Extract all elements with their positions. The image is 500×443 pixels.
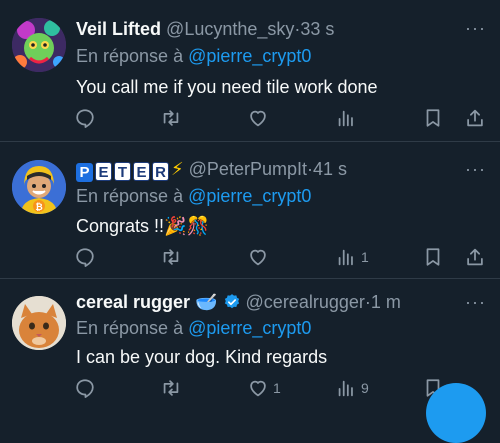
timestamp[interactable]: 41 s (313, 159, 347, 179)
tweet-text: I can be your dog. Kind regards (76, 347, 328, 367)
tweet[interactable]: ₿ P E T E R ⚡ @PeterPumpIt·41 s ··· En répons… (0, 142, 500, 279)
reply-button[interactable] (74, 104, 100, 132)
retweet-button[interactable] (160, 243, 186, 271)
display-name[interactable]: cereal rugger (76, 292, 190, 312)
avatar[interactable] (12, 296, 66, 350)
views-button[interactable] (335, 104, 361, 132)
name-letter: T (114, 162, 131, 181)
like-count: 1 (273, 380, 281, 396)
action-bar: 1 (72, 243, 490, 271)
avatar-image: ₿ (12, 160, 66, 214)
bookmark-icon (426, 109, 440, 127)
reply-prefix: En réponse à (76, 318, 184, 338)
reply-mention-link[interactable]: @pierre_crypt0 (188, 318, 311, 338)
name-emoji: 🥣 (195, 292, 218, 312)
display-name[interactable]: P E T E R ⚡ (76, 159, 184, 182)
like-icon (250, 380, 266, 397)
views-count: 1 (361, 249, 369, 265)
views-button[interactable]: 9 (335, 374, 369, 402)
reply-mention-link[interactable]: @pierre_crypt0 (188, 186, 311, 206)
retweet-icon (163, 380, 179, 396)
reply-prefix: En réponse à (76, 46, 184, 66)
bookmark-button[interactable] (422, 104, 444, 132)
more-options-button[interactable]: ··· (465, 159, 486, 180)
reply-icon (76, 109, 94, 128)
tweet[interactable]: cereal rugger 🥣 @cerealrugger·1 m ··· En… (0, 279, 500, 408)
avatar[interactable] (12, 18, 66, 72)
retweet-icon (163, 249, 179, 265)
avatar-image (12, 296, 66, 350)
handle[interactable]: @PeterPumpIt (189, 159, 307, 179)
views-button[interactable]: 1 (335, 243, 369, 271)
display-name[interactable]: Veil Lifted (76, 19, 161, 39)
svg-text:₿: ₿ (35, 202, 42, 213)
reply-prefix: En réponse à (76, 186, 184, 206)
avatar[interactable]: ₿ (12, 160, 66, 214)
name-emoji: ⚡ (171, 159, 184, 179)
name-letter: E (95, 162, 112, 181)
reply-context: En réponse à @pierre_crypt0 (76, 186, 311, 207)
like-button[interactable]: 1 (247, 374, 281, 402)
action-bar: 1 9 (72, 374, 490, 402)
name-letter: E (133, 162, 150, 181)
like-icon (250, 249, 266, 266)
reply-mention-link[interactable]: @pierre_crypt0 (188, 46, 311, 66)
like-button[interactable] (247, 104, 273, 132)
reply-context: En réponse à @pierre_crypt0 (76, 318, 311, 339)
reply-button[interactable] (74, 374, 100, 402)
share-button[interactable] (464, 104, 486, 132)
more-options-button[interactable]: ··· (465, 292, 486, 313)
compose-button[interactable] (426, 383, 486, 443)
share-icon (467, 248, 483, 266)
tweet-header: cereal rugger 🥣 @cerealrugger·1 m (76, 292, 460, 313)
bookmark-button[interactable] (422, 243, 444, 271)
share-button[interactable] (464, 243, 486, 271)
tweet-text: You call me if you need tile work done (76, 77, 378, 97)
handle[interactable]: @Lucynthe_sky (166, 19, 294, 39)
reply-icon (76, 379, 94, 398)
views-icon (338, 380, 353, 397)
handle[interactable]: @cerealrugger (246, 292, 365, 312)
reply-context: En réponse à @pierre_crypt0 (76, 46, 311, 67)
tweet-header: Veil Lifted @Lucynthe_sky·33 s (76, 19, 460, 40)
reply-icon (76, 248, 94, 267)
views-icon (338, 110, 353, 127)
timestamp[interactable]: 33 s (300, 19, 334, 39)
share-icon (467, 109, 483, 127)
views-icon (338, 249, 353, 266)
name-letter: R (152, 162, 169, 181)
verified-icon (224, 294, 239, 309)
like-button[interactable] (247, 243, 273, 271)
more-options-button[interactable]: ··· (465, 18, 486, 39)
tweet-text: Congrats !!🎉🎊 (76, 216, 209, 236)
tweet[interactable]: Veil Lifted @Lucynthe_sky·33 s ··· En ré… (0, 0, 500, 142)
reply-button[interactable] (74, 243, 100, 271)
tweet-header: P E T E R ⚡ @PeterPumpIt·41 s (76, 159, 460, 182)
retweet-button[interactable] (160, 374, 186, 402)
name-letter: P (76, 163, 93, 182)
retweet-button[interactable] (160, 104, 186, 132)
views-count: 9 (361, 380, 369, 396)
like-icon (250, 110, 266, 127)
retweet-icon (163, 110, 179, 126)
action-bar (72, 104, 490, 132)
timestamp[interactable]: 1 m (371, 292, 401, 312)
avatar-image (12, 18, 66, 72)
bookmark-icon (426, 248, 440, 266)
